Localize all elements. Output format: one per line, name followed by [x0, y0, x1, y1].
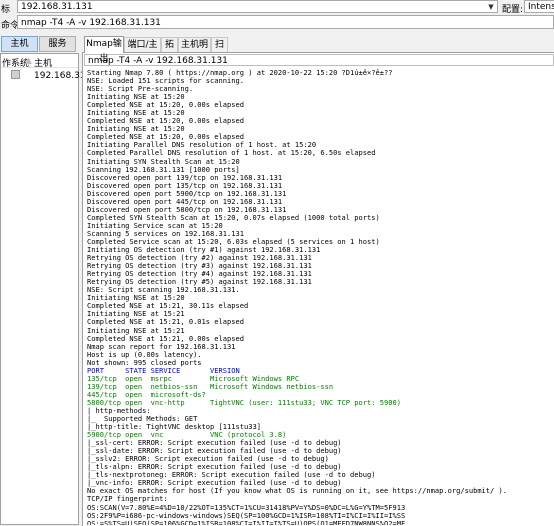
- profile-label: 配置:: [502, 5, 524, 15]
- output-lines: Starting Nmap 7.80 ( https://nmap.org ) …: [84, 66, 554, 525]
- command-input[interactable]: nmap -T4 -A -v 192.168.31.131: [17, 15, 554, 29]
- tab-scans[interactable]: 扫描: [211, 37, 228, 65]
- host-list-item[interactable]: 192.168.31.1: [1, 70, 94, 81]
- target-field[interactable]: 192.168.31.131 ▼: [17, 0, 498, 13]
- output-scan-select[interactable]: nmap -T4 -A -v 192.168.31.131: [84, 54, 554, 66]
- os-unknown-icon: [11, 70, 20, 79]
- services-toggle-button[interactable]: 服务: [39, 36, 76, 52]
- target-value: 192.168.31.131: [21, 2, 93, 12]
- tab-host-details[interactable]: 主机明细: [178, 37, 211, 65]
- target-label: 标: [1, 5, 11, 15]
- output-line: 5800/tcp open vnc-http TightVNC (user: 1…: [87, 397, 401, 407]
- command-value: nmap -T4 -A -v 192.168.31.131: [21, 18, 161, 28]
- chevron-down-icon[interactable]: ▼: [486, 2, 496, 12]
- host-list-panel: 作系统 ▲ 主机 192.168.31.1: [0, 53, 94, 525]
- tab-ports-hosts[interactable]: 端口/主机: [124, 37, 161, 65]
- output-line: OS:=S%TS=U)SEQ(SP=106%GCD=1%ISR=108%CI=I…: [87, 518, 406, 525]
- profile-value: Intense s: [528, 2, 554, 12]
- host-column-header[interactable]: 主机: [34, 56, 52, 69]
- hosts-toggle-button[interactable]: 主机: [1, 36, 38, 52]
- nmap-output-text[interactable]: Starting Nmap 7.80 ( https://nmap.org ) …: [84, 66, 554, 525]
- tab-topology[interactable]: 拓扑: [161, 37, 178, 65]
- host-list-header: 作系统 ▲ 主机: [1, 54, 78, 69]
- profile-select[interactable]: Intense s: [524, 0, 554, 13]
- column-divider: ▲: [25, 56, 32, 66]
- tab-nmap-output[interactable]: Nmap输出: [84, 36, 124, 64]
